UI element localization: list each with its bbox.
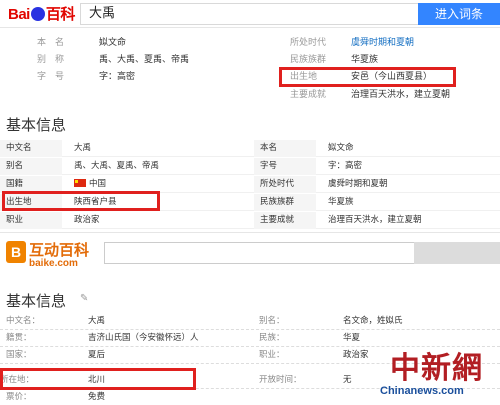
baidu-search-bar: Bai 百科 大禹 进入词条 bbox=[0, 0, 500, 28]
search-input[interactable]: 大禹 bbox=[80, 3, 418, 25]
table-label: 别名 bbox=[0, 158, 62, 175]
hudong-search-button[interactable] bbox=[414, 242, 500, 264]
table-value: 虞舜时期和夏朝 bbox=[328, 179, 388, 189]
info-label: 字号 bbox=[37, 72, 74, 82]
info-value: 字：高密 bbox=[99, 72, 136, 82]
info-value: 禹、大禹、夏禹、帝禹 bbox=[99, 55, 190, 65]
table-label: 中文名 bbox=[0, 140, 62, 157]
table-label: 开放时间： bbox=[259, 375, 302, 385]
info-value: 华夏族 bbox=[351, 55, 379, 65]
info-label: 民族族群 bbox=[290, 55, 327, 65]
section-title: 基本信息 bbox=[6, 292, 67, 310]
table-label: 民族： bbox=[259, 333, 285, 343]
info-row: 别称 禹、大禹、夏禹、帝禹 民族族群 华夏族 bbox=[0, 53, 500, 67]
section-title: 基本信息 bbox=[6, 116, 67, 134]
info-value: 姒文命 bbox=[99, 38, 127, 48]
nationality-text: 中国 bbox=[89, 179, 107, 189]
info-value: 治理百天洪水，建立夏朝 bbox=[351, 90, 451, 100]
table-label: 职业 bbox=[0, 212, 62, 229]
hudong-logo-title[interactable]: 互动百科 bbox=[29, 239, 89, 260]
highlight-box bbox=[279, 67, 456, 87]
table-row: 中文名 大禹 本名 姒文命 bbox=[0, 140, 500, 157]
table-value: 夏后 bbox=[88, 350, 106, 360]
hudong-search-input[interactable] bbox=[104, 242, 414, 264]
info-link[interactable]: 虞舜时期和夏朝 bbox=[351, 36, 414, 50]
table-value: 政治家 bbox=[74, 215, 100, 225]
table-row: 别名 禹、大禹、夏禹、帝禹 字号 字：高密 bbox=[0, 158, 500, 175]
china-flag-icon bbox=[74, 179, 86, 187]
info-row: 主要成就 治理百天洪水，建立夏朝 bbox=[0, 88, 500, 102]
chinanews-watermark: 中新網 Chinanews.com bbox=[380, 343, 500, 405]
info-label: 别称 bbox=[37, 55, 74, 65]
info-label: 主要成就 bbox=[290, 90, 327, 100]
table-value: 免费 bbox=[88, 392, 106, 402]
table-label: 中文名： bbox=[6, 316, 41, 326]
hudong-logo-icon[interactable]: B bbox=[6, 241, 26, 263]
highlight-box bbox=[2, 191, 160, 211]
table-value: 姒文命 bbox=[328, 143, 354, 153]
table-value: 吉济山氏国（今安徽怀远）人 bbox=[88, 333, 199, 343]
table-label: 本名 bbox=[254, 140, 316, 157]
info-label: 所处时代 bbox=[290, 38, 327, 48]
table-label: 民族族群 bbox=[254, 194, 316, 211]
table-label: 国家： bbox=[6, 350, 32, 360]
paw-icon bbox=[30, 7, 45, 21]
table-label: 所处时代 bbox=[254, 176, 316, 193]
table-value: 政治家 bbox=[343, 350, 369, 360]
logo-text: Bai bbox=[8, 6, 30, 23]
table-value: 华夏 bbox=[343, 333, 361, 343]
table-label: 别名： bbox=[259, 316, 285, 326]
logo-baike-text: 百科 bbox=[45, 6, 76, 23]
table-row: 中文名： 大禹 别名： 名文命，姓姒氏 bbox=[0, 313, 500, 330]
watermark-en-text: Chinanews.com bbox=[380, 385, 464, 397]
enter-entry-button[interactable]: 进入词条 bbox=[418, 3, 500, 25]
table-label: 职业： bbox=[259, 350, 285, 360]
table-value: 字：高密 bbox=[328, 161, 363, 171]
table-value: 治理百天洪水，建立夏朝 bbox=[328, 215, 422, 225]
table-value: 大禹 bbox=[88, 316, 106, 326]
table-row: 职业 政治家 主要成就 治理百天洪水，建立夏朝 bbox=[0, 212, 500, 229]
table-label: 票价： bbox=[6, 392, 32, 402]
hudong-header: B 互动百科 baike.com bbox=[0, 232, 500, 274]
highlight-box bbox=[0, 368, 196, 390]
table-value: 华夏族 bbox=[328, 197, 354, 207]
edit-pencil-icon[interactable]: ✎ bbox=[80, 294, 90, 304]
table-value: 无 bbox=[343, 375, 352, 385]
table-value: 大禹 bbox=[74, 143, 92, 153]
table-label: 字号 bbox=[254, 158, 316, 175]
table-label: 主要成就 bbox=[254, 212, 316, 229]
table-label: 籍贯： bbox=[6, 333, 32, 343]
hudong-logo-url: baike.com bbox=[29, 258, 78, 269]
info-row: 本名 姒文命 所处时代 虞舜时期和夏朝 bbox=[0, 36, 500, 50]
info-label: 本名 bbox=[37, 38, 74, 48]
baidu-baike-logo[interactable]: Bai 百科 bbox=[8, 3, 75, 25]
table-value: 禹、大禹、夏禹、帝禹 bbox=[74, 161, 160, 171]
watermark-cn-text: 中新網 bbox=[390, 351, 483, 386]
table-value: 名文命，姓姒氏 bbox=[343, 316, 403, 326]
